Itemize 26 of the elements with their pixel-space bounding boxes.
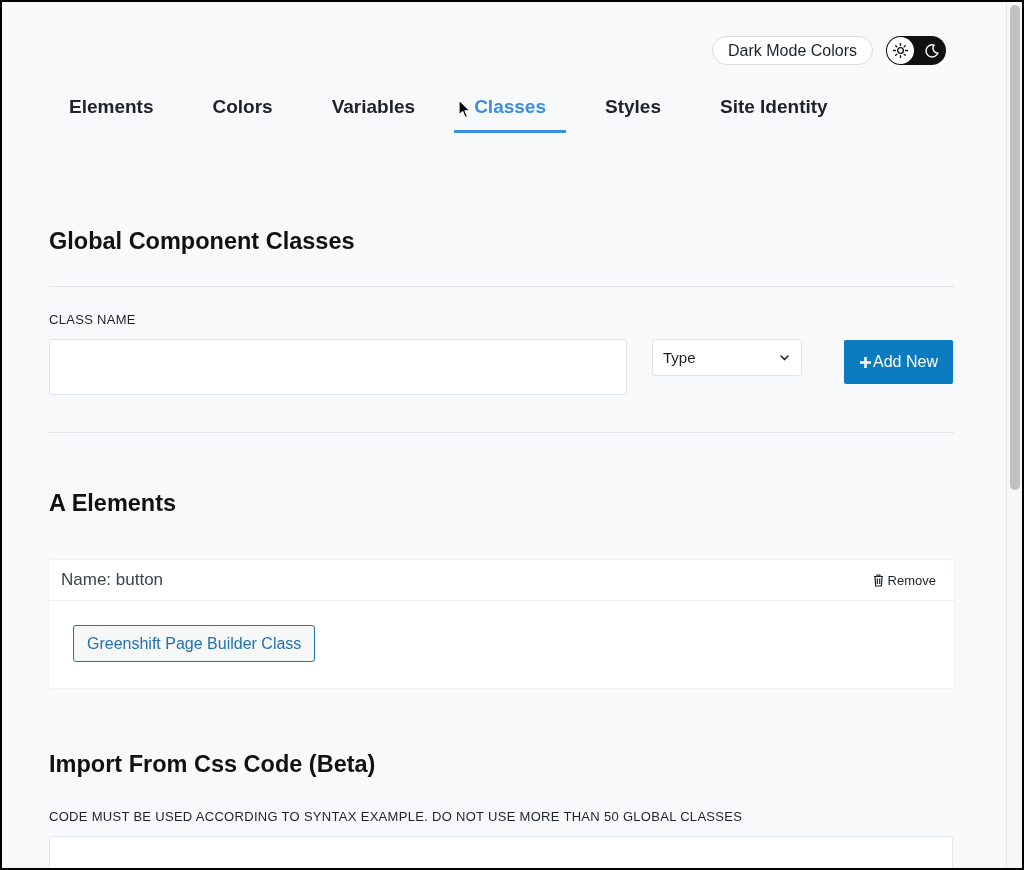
trash-icon	[872, 573, 884, 587]
hint-text: CODE MUST BE USED ACCORDING TO SYNTAX EXAMPLE. DO NOT USE MORE THAN 50 GLOBAL CLASSES	[49, 809, 743, 825]
dark-mode-colors-button[interactable]: Dark Mode Colors	[712, 36, 873, 65]
scrollbar-thumb[interactable]	[1010, 5, 1020, 490]
class-name-text: Name: button	[61, 570, 164, 590]
add-new-button[interactable]: Add New	[844, 340, 953, 384]
theme-toggle[interactable]	[886, 36, 946, 65]
remove-button[interactable]: Remove	[872, 572, 936, 588]
cursor-icon	[458, 99, 471, 119]
section-heading: Import From Css Code (Beta)	[49, 750, 376, 778]
field-label: CLASS NAME	[49, 312, 136, 328]
plus-icon	[859, 355, 873, 369]
moon-icon	[925, 43, 939, 58]
tab[interactable]: Styles	[584, 80, 681, 133]
tab[interactable]: Variables	[311, 80, 436, 133]
tab[interactable]: Site Identity	[699, 80, 848, 133]
section-heading: Global Component Classes	[49, 227, 355, 255]
class-type-button[interactable]: Greenshift Page Builder Class	[73, 625, 316, 662]
class-name-field[interactable]	[49, 339, 627, 395]
type-select[interactable]: Type	[652, 339, 802, 376]
section-heading: A Elements	[49, 489, 177, 517]
select-value: Type	[663, 349, 696, 366]
sun-icon	[893, 43, 908, 58]
chevron-down-icon	[780, 354, 789, 361]
tab[interactable]: Elements	[49, 80, 174, 133]
tab[interactable]: Colors	[192, 80, 293, 133]
